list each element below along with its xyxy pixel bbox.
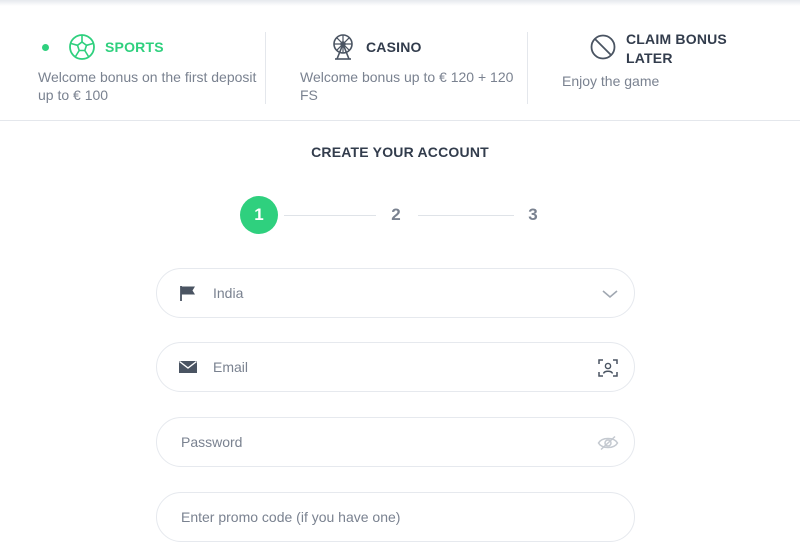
step-connector [284,215,376,216]
promo-code-input[interactable] [181,497,634,537]
bonus-option-sports[interactable]: SPORTS Welcome bonus on the first deposi… [38,32,258,112]
email-field[interactable] [156,342,635,392]
soccer-ball-icon [67,32,97,62]
bonus-option-casino[interactable]: CASINO Welcome bonus up to € 120 + 120 F… [300,32,520,112]
bonus-sports-description: Welcome bonus on the first deposit up to… [38,69,257,103]
top-shadow [0,0,800,6]
bonus-later-title: CLAIM BONUS LATER [626,31,727,66]
no-bonus-icon [588,32,618,62]
bonus-casino-header: CASINO [300,32,520,62]
promo-code-field[interactable] [156,492,635,542]
face-scan-icon[interactable] [596,356,620,380]
email-input[interactable] [213,347,634,387]
eye-hidden-icon[interactable] [596,431,620,455]
envelope-icon [177,356,199,378]
country-value: India [213,285,244,301]
step-3: 3 [528,205,538,224]
bonus-casino-title: CASINO [366,39,422,55]
bonus-sports-title: SPORTS [105,39,164,55]
password-input[interactable] [181,422,634,462]
selected-dot [42,43,49,51]
chevron-down-icon[interactable] [598,282,622,306]
country-select[interactable]: India [156,268,635,318]
bonus-sports-header: SPORTS [38,32,258,62]
step-connector [418,215,514,216]
bonus-later-description: Enjoy the game [562,73,660,89]
ferris-wheel-icon [328,32,358,62]
bonus-casino-description: Welcome bonus up to € 120 + 120 FS [300,69,514,103]
bonus-later-header: CLAIM BONUS LATER [562,31,782,72]
bonus-selector: SPORTS Welcome bonus on the first deposi… [0,10,800,121]
divider [527,32,528,104]
bonus-option-later[interactable]: CLAIM BONUS LATER Enjoy the game [562,31,782,112]
step-2: 2 [391,205,401,224]
divider [265,32,266,104]
registration-stepper: 1 2 3 [0,196,800,236]
password-field[interactable] [156,417,635,467]
flag-icon [177,282,199,304]
form-title: CREATE YOUR ACCOUNT [311,144,489,160]
step-1: 1 [240,196,278,234]
